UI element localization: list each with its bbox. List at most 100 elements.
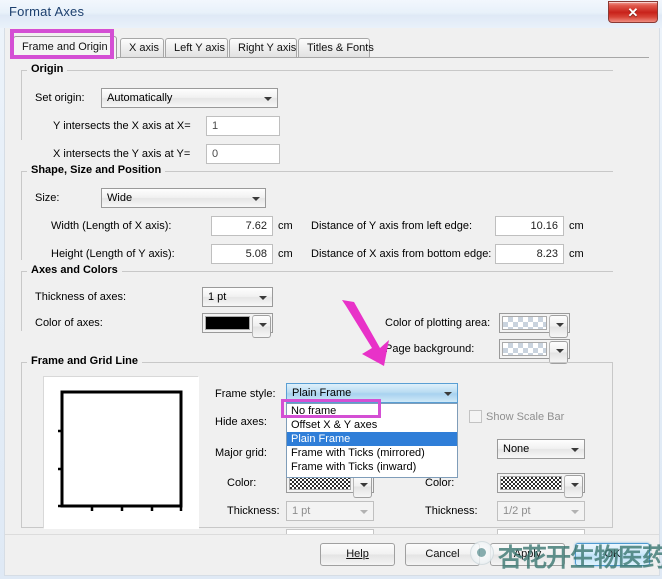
y-intersect-input[interactable]: 1 <box>206 116 280 136</box>
height-unit: cm <box>278 248 293 260</box>
help-button[interactable]: Help <box>320 543 395 566</box>
chevron-down-icon <box>259 323 267 327</box>
color-swatch <box>502 342 547 356</box>
major-grid-thickness-combo[interactable]: 1 pt <box>286 501 374 521</box>
color-dropdown-button[interactable] <box>353 475 372 498</box>
thickness-of-axes-value: 1 pt <box>208 291 227 303</box>
tab-label: Left Y axis <box>174 42 225 54</box>
tab-x-axis[interactable]: X axis <box>120 38 164 57</box>
group-origin-title: Origin <box>27 63 68 75</box>
distance-y-label: Distance of Y axis from left edge: <box>311 220 473 232</box>
color-dropdown-button[interactable] <box>252 315 271 338</box>
distance-x-input[interactable]: 8.23 <box>495 244 564 264</box>
chevron-down-icon <box>264 97 272 101</box>
page-background-combo[interactable] <box>499 339 570 364</box>
dropdown-option-frame-with-ticks-inward[interactable]: Frame with Ticks (inward) <box>287 460 457 474</box>
color-swatch <box>289 476 351 490</box>
tab-frame-and-origin[interactable]: Frame and Origin <box>13 36 117 59</box>
minor-grid-thickness-label: Thickness: <box>425 505 478 517</box>
dialog-button-bar: Help Cancel Apply OK <box>5 534 659 575</box>
frame-style-value: Plain Frame <box>292 387 352 399</box>
window-title: Format Axes <box>9 4 85 19</box>
distance-x-label: Distance of X axis from bottom edge: <box>311 248 492 260</box>
chevron-down-icon <box>360 483 368 487</box>
color-dropdown-button[interactable] <box>549 315 568 338</box>
size-value: Wide <box>107 192 133 204</box>
frame-style-dropdown-list[interactable]: No frame Offset X & Y axes Plain Frame F… <box>286 403 458 478</box>
width-input[interactable]: 7.62 <box>211 216 273 236</box>
distance-y-value: 10.16 <box>530 220 558 232</box>
minor-grid-color-label: Color: <box>425 477 455 489</box>
chevron-down-icon <box>571 448 579 452</box>
chevron-down-icon <box>556 323 564 327</box>
major-grid-thickness-label: Thickness: <box>227 505 280 517</box>
minor-grid-color-combo[interactable] <box>497 473 585 498</box>
group-frame-grid-title: Frame and Grid Line <box>27 355 142 367</box>
set-origin-value: Automatically <box>107 92 173 104</box>
tab-label: Right Y axis <box>238 42 297 54</box>
frame-preview-graphic <box>44 377 199 529</box>
size-label: Size: <box>35 192 60 204</box>
tab-left-y-axis[interactable]: Left Y axis <box>165 38 228 57</box>
ok-button[interactable]: OK <box>575 543 650 566</box>
width-label: Width (Length of X axis): <box>51 220 172 232</box>
height-input[interactable]: 5.08 <box>211 244 273 264</box>
distance-y-unit: cm <box>569 220 584 232</box>
minor-grid-thickness-combo[interactable]: 1/2 pt <box>497 501 585 521</box>
dropdown-option-offset-xy-axes[interactable]: Offset X & Y axes <box>287 418 457 432</box>
tab-label: X axis <box>129 42 159 54</box>
x-intersect-label: X intersects the Y axis at Y= <box>53 148 191 160</box>
tab-right-y-axis[interactable]: Right Y axis <box>229 38 297 57</box>
close-button[interactable]: ✕ <box>608 1 658 23</box>
size-combo[interactable]: Wide <box>101 188 266 208</box>
apply-label: Apply <box>513 548 542 560</box>
thickness-of-axes-combo[interactable]: 1 pt <box>202 287 273 307</box>
group-shape-title: Shape, Size and Position <box>27 164 166 176</box>
color-swatch <box>205 316 250 330</box>
major-grid-color-label: Color: <box>227 477 257 489</box>
minor-grid-thickness-value: 1/2 pt <box>503 505 531 517</box>
close-icon: ✕ <box>627 4 639 20</box>
color-dropdown-button[interactable] <box>564 475 583 498</box>
tab-titles-and-fonts[interactable]: Titles & Fonts <box>298 38 374 57</box>
color-of-axes-combo[interactable] <box>202 313 273 338</box>
chevron-down-icon <box>556 349 564 353</box>
major-grid-thickness-value: 1 pt <box>292 505 311 517</box>
show-scale-bar-label: Show Scale Bar <box>486 411 565 423</box>
distance-y-input[interactable]: 10.16 <box>495 216 564 236</box>
chevron-down-icon <box>252 197 260 201</box>
set-origin-combo[interactable]: Automatically <box>101 88 278 108</box>
apply-button[interactable]: Apply <box>490 543 565 566</box>
tab-label: Frame and Origin <box>22 41 108 53</box>
dialog-client-area: Frame and Origin X axis Left Y axis Righ… <box>4 28 660 576</box>
page-background-label: Page background: <box>385 343 475 355</box>
height-value: 5.08 <box>245 248 267 260</box>
tab-strip: Frame and Origin X axis Left Y axis Righ… <box>13 36 649 59</box>
color-of-plotting-area-combo[interactable] <box>499 313 570 338</box>
x-intersect-input[interactable]: 0 <box>206 144 280 164</box>
set-origin-label: Set origin: <box>35 92 85 104</box>
y-intersect-label: Y intersects the X axis at X= <box>53 120 191 132</box>
dropdown-option-no-frame[interactable]: No frame <box>287 404 457 418</box>
group-axes-colors-title: Axes and Colors <box>27 264 122 276</box>
scale-bar-combo[interactable]: None <box>497 439 585 459</box>
frame-style-label: Frame style: <box>215 388 276 400</box>
show-scale-bar-checkbox[interactable] <box>469 410 482 423</box>
ok-label: OK <box>604 548 621 560</box>
cancel-button[interactable]: Cancel <box>405 543 480 566</box>
dropdown-option-frame-with-ticks-mirrored[interactable]: Frame with Ticks (mirrored) <box>287 446 457 460</box>
hide-axes-label: Hide axes: <box>215 416 267 428</box>
chevron-down-icon <box>444 392 452 396</box>
scale-bar-value: None <box>503 443 530 455</box>
width-value: 7.62 <box>245 220 267 232</box>
chevron-down-icon <box>360 510 368 514</box>
color-swatch <box>502 316 547 330</box>
width-unit: cm <box>278 220 293 232</box>
distance-x-value: 8.23 <box>536 248 558 260</box>
dropdown-option-plain-frame[interactable]: Plain Frame <box>287 432 457 446</box>
color-dropdown-button[interactable] <box>549 341 568 364</box>
frame-preview <box>43 376 199 529</box>
frame-style-combo[interactable]: Plain Frame <box>286 383 458 403</box>
y-intersect-value: 1 <box>212 120 219 132</box>
height-label: Height (Length of Y axis): <box>51 248 175 260</box>
